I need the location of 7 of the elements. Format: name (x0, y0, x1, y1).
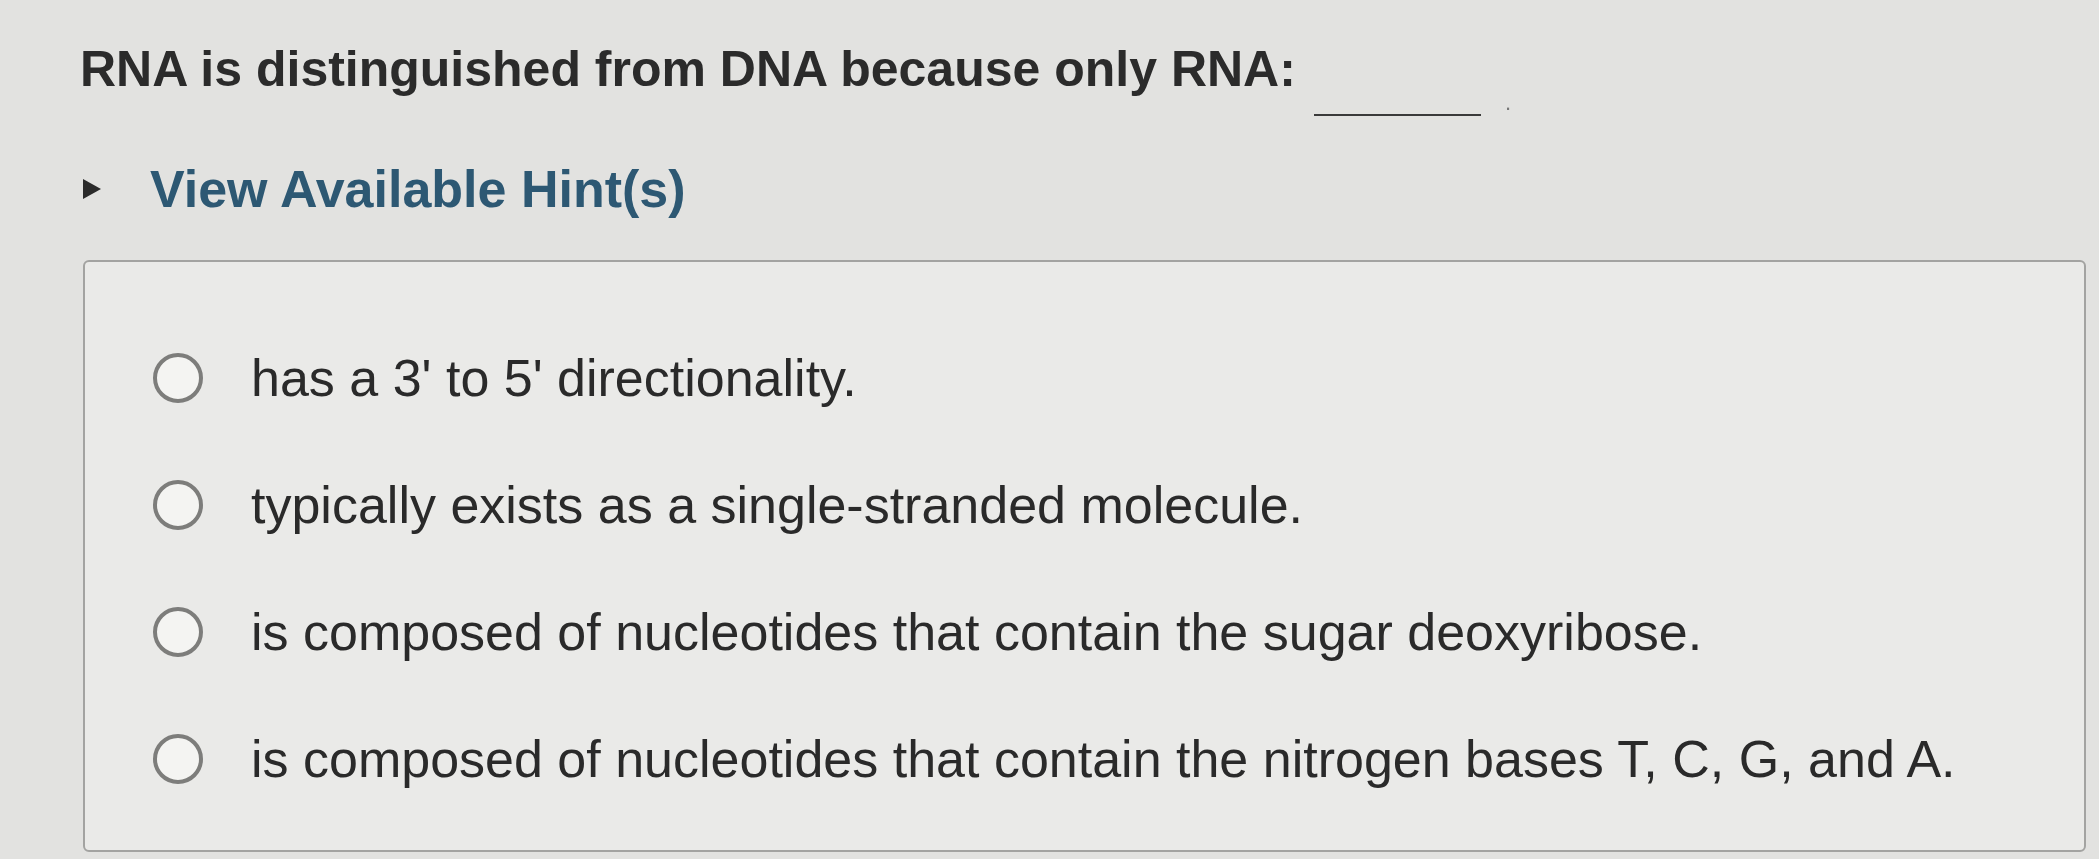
radio-button[interactable] (153, 734, 203, 784)
radio-button[interactable] (153, 607, 203, 657)
collapse-triangle-icon[interactable] (80, 178, 102, 200)
radio-button[interactable] (153, 353, 203, 403)
period-text: . (1504, 92, 1511, 114)
question-text: RNA is distinguished from DNA because only RNA: (80, 44, 1296, 94)
radio-button[interactable] (153, 480, 203, 530)
